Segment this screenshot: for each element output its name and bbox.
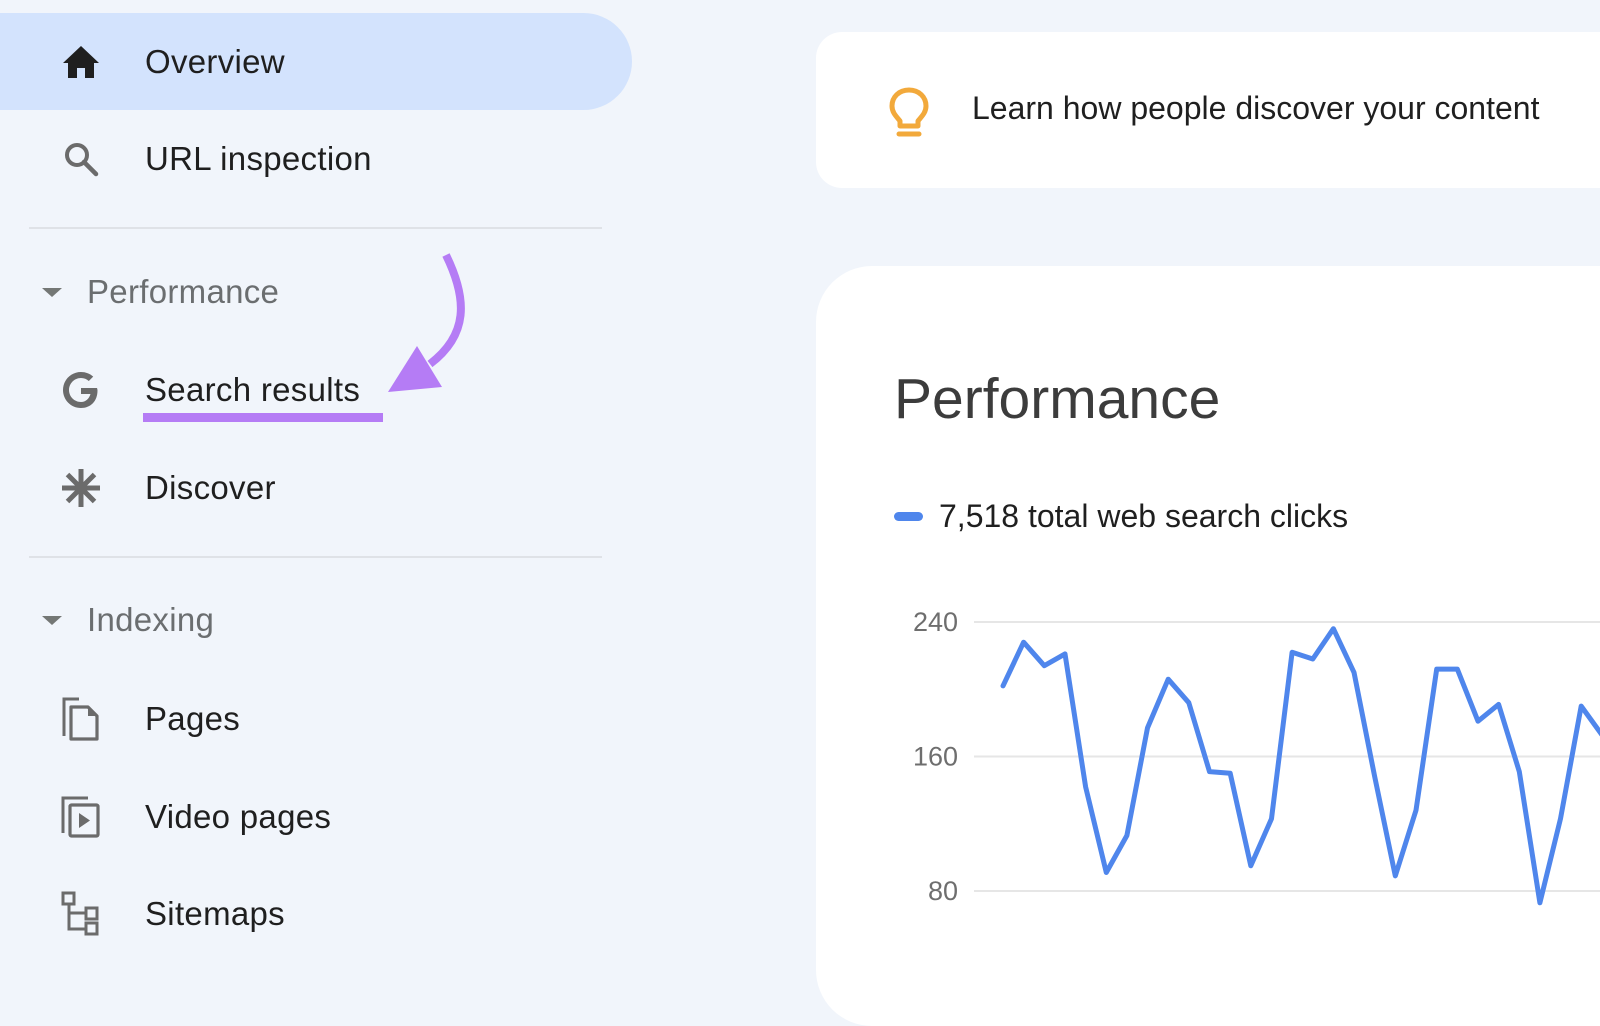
sidebar-divider xyxy=(29,556,602,558)
banner-text: Learn how people discover your content xyxy=(972,90,1540,126)
section-label: Performance xyxy=(87,273,280,310)
caret-down-icon xyxy=(42,615,62,625)
section-header-performance[interactable]: Performance xyxy=(0,257,632,327)
section-label: Indexing xyxy=(87,601,215,638)
sidebar-item-label: Sitemaps xyxy=(145,894,285,932)
sidebar-item-url-inspection[interactable]: URL inspection xyxy=(0,110,632,207)
chart-legend[interactable]: 7,518 total web search clicks xyxy=(894,498,1348,535)
sidebar-item-sitemaps[interactable]: Sitemaps xyxy=(0,865,632,962)
search-icon xyxy=(60,138,102,180)
sidebar-item-label: Discover xyxy=(145,468,276,506)
section-header-indexing[interactable]: Indexing xyxy=(0,585,632,655)
sidebar-item-video-pages[interactable]: Video pages xyxy=(0,768,632,865)
video-pages-icon xyxy=(60,796,102,838)
sidebar-item-label: Search results xyxy=(145,370,361,408)
pages-icon xyxy=(60,697,102,741)
annotation-underline xyxy=(143,413,383,422)
lightbulb-icon xyxy=(886,86,932,138)
sitemap-icon xyxy=(60,891,102,935)
sidebar-item-label: Pages xyxy=(145,699,241,737)
tip-banner[interactable]: Learn how people discover your content xyxy=(816,32,1600,188)
caret-down-icon xyxy=(42,287,62,297)
sidebar-item-label: Video pages xyxy=(145,797,332,835)
sidebar-item-label: URL inspection xyxy=(145,139,372,177)
sidebar-divider xyxy=(29,227,602,229)
asterisk-icon xyxy=(60,467,102,509)
google-g-icon xyxy=(60,369,102,411)
performance-card: Performance 7,518 total web search click… xyxy=(816,266,1600,1026)
performance-title: Performance xyxy=(894,367,1221,431)
annotation-arrow-icon xyxy=(388,253,465,392)
home-icon xyxy=(60,41,102,83)
legend-swatch xyxy=(894,512,923,521)
sidebar-item-pages[interactable]: Pages xyxy=(0,670,632,767)
legend-label: 7,518 total web search clicks xyxy=(939,498,1349,534)
sidebar-item-overview[interactable]: Overview xyxy=(0,13,632,110)
sidebar-item-discover[interactable]: Discover xyxy=(0,439,632,536)
sidebar-item-label: Overview xyxy=(145,42,285,80)
sidebar-item-search-results[interactable]: Search results xyxy=(0,341,632,438)
